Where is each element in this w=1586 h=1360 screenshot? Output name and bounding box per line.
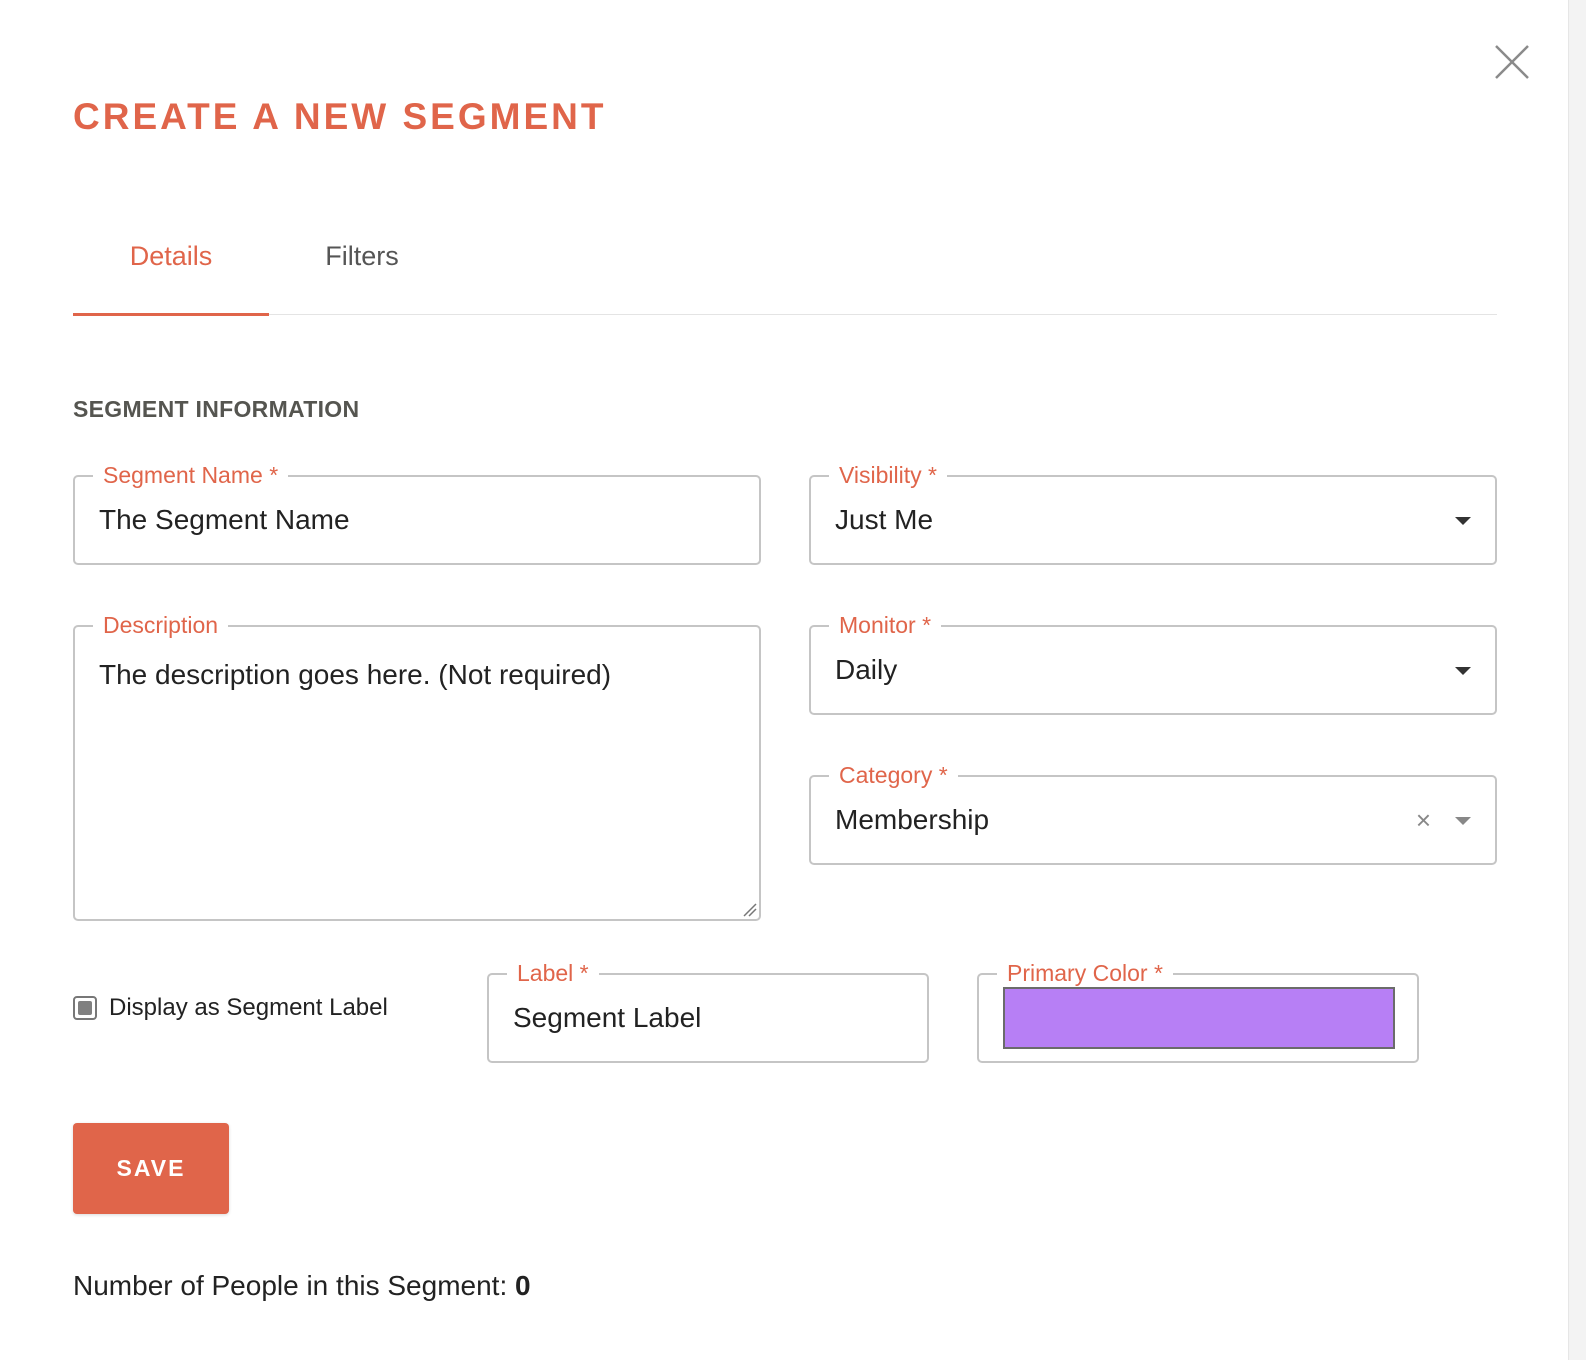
monitor-select[interactable]: Monitor * Daily	[809, 610, 1497, 715]
close-button[interactable]	[1492, 42, 1532, 82]
display-as-label-text: Display as Segment Label	[109, 994, 388, 1021]
primary-color-field[interactable]: Primary Color *	[977, 958, 1419, 1063]
category-select[interactable]: Category * Membership ×	[809, 760, 1497, 865]
display-as-label-checkbox[interactable]	[73, 996, 97, 1020]
people-count: Number of People in this Segment: 0	[73, 1270, 531, 1302]
modal-title: CREATE A NEW SEGMENT	[73, 96, 607, 137]
label-field[interactable]: Label * Segment Label	[487, 958, 929, 1063]
visibility-select[interactable]: Visibility * Just Me	[809, 460, 1497, 565]
tab-bar: Details Filters	[73, 228, 1497, 316]
visibility-value: Just Me	[835, 504, 934, 535]
tab-filters[interactable]: Filters	[269, 228, 455, 316]
caret-down-icon[interactable]	[1455, 817, 1471, 825]
caret-down-icon[interactable]	[1455, 667, 1471, 675]
segment-name-field[interactable]: Segment Name * The Segment Name	[73, 460, 761, 565]
monitor-value: Daily	[835, 654, 898, 685]
label-input[interactable]: Segment Label	[513, 975, 701, 1061]
section-heading: SEGMENT INFORMATION	[73, 396, 360, 422]
description-label: Description	[93, 610, 229, 640]
save-button[interactable]: SAVE	[73, 1123, 229, 1214]
category-value: Membership	[835, 804, 990, 835]
display-as-label-row[interactable]: Display as Segment Label	[73, 990, 388, 1026]
scrollbar-track[interactable]	[1568, 0, 1586, 1360]
checkbox-indeterminate-icon	[78, 1001, 92, 1015]
caret-down-icon[interactable]	[1455, 517, 1471, 525]
clear-icon[interactable]: ×	[1416, 802, 1431, 838]
primary-color-swatch[interactable]	[1003, 987, 1395, 1049]
segment-name-input[interactable]: The Segment Name	[99, 477, 350, 563]
people-count-value: 0	[515, 1270, 531, 1301]
tab-details[interactable]: Details	[73, 228, 269, 316]
resize-grip-icon[interactable]	[741, 901, 757, 917]
description-field[interactable]: Description The description goes here. (…	[73, 610, 761, 921]
people-count-label: Number of People in this Segment:	[73, 1270, 508, 1301]
primary-color-label: Primary Color *	[997, 958, 1173, 988]
close-icon	[1495, 45, 1529, 79]
description-textarea[interactable]: The description goes here. (Not required…	[99, 657, 739, 693]
